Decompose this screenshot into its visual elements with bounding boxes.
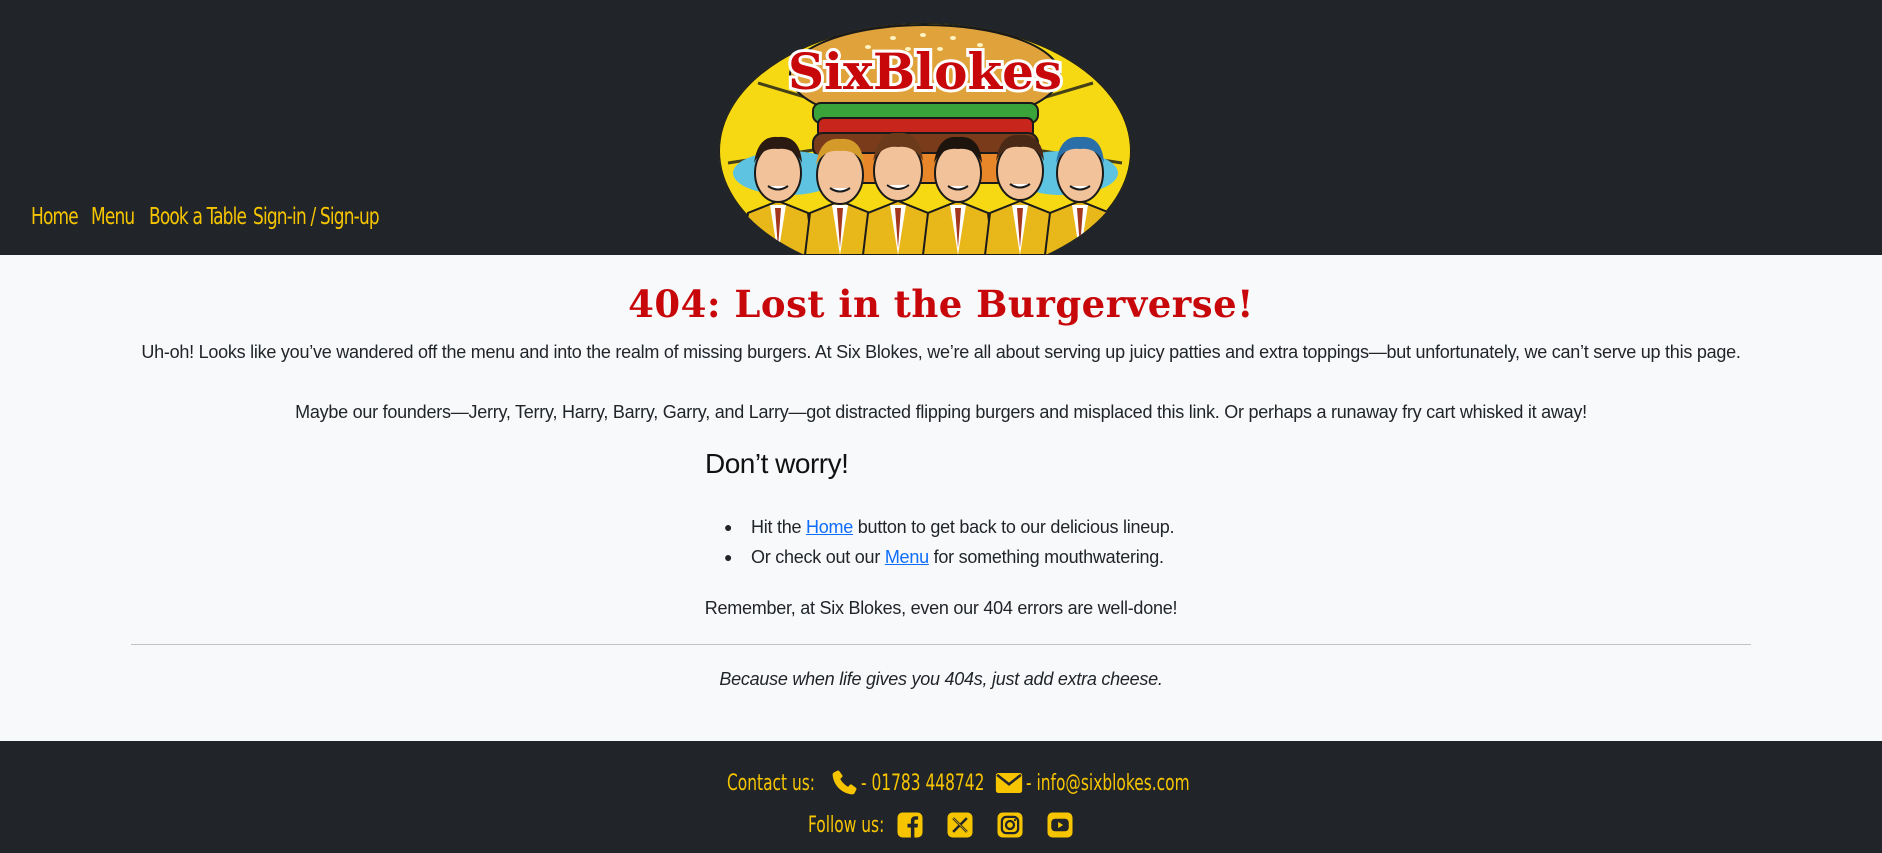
contact-label: Contact us: [727,770,816,796]
suggestion-list: ● Hit the Home button to get back to our … [724,512,1175,572]
logo-wordmark: SixBlokes [788,42,1062,101]
list-item: ● Or check out our Menu for something mou… [724,542,1174,572]
list-text: button to get back to our delicious line… [853,517,1175,537]
youtube-icon[interactable] [1045,810,1075,840]
bullet-icon: ● [724,549,733,565]
facebook-icon[interactable] [895,810,925,840]
main-nav: Home Menu Book a Table Sign-in / Sign-up [31,204,380,230]
phone-icon[interactable] [829,768,859,798]
divider [131,644,1751,645]
site-footer: Contact us: - 01783 448742 - info@sixblo… [0,741,1882,853]
site-header: Home Menu Book a Table Sign-in / Sign-up [0,0,1882,255]
dont-worry-heading: Don’t worry! [705,448,849,479]
email-address[interactable]: - info@sixblokes.com [1026,771,1190,796]
nav-signin-link[interactable]: Sign-in / Sign-up [253,204,380,230]
nav-menu-link[interactable]: Menu [91,204,135,230]
list-text: Or check out our [751,547,885,567]
list-text: for something mouthwatering. [928,547,1164,567]
remember-text: Remember, at Six Blokes, even our 404 er… [704,598,1178,618]
follow-label: Follow us: [808,812,885,838]
founders-paragraph: Maybe our founders—Jerry, Terry, Harry, … [295,402,1587,422]
site-logo[interactable]: SixBlokes [718,23,1132,255]
list-text: Hit the [751,517,807,537]
contact-row: Contact us: - 01783 448742 - info@sixblo… [727,765,1190,801]
list-item: ● Hit the Home button to get back to our … [724,512,1175,542]
main-content: 404: Lost in the Burgerverse! Uh-oh! Loo… [0,255,1882,741]
logo-image: SixBlokes [719,23,1131,255]
nav-home-link[interactable]: Home [31,204,79,230]
envelope-icon[interactable] [994,768,1024,798]
x-twitter-icon[interactable] [945,810,975,840]
menu-link[interactable]: Menu [885,547,929,567]
intro-paragraph: Uh-oh! Looks like you’ve wandered off th… [141,342,1741,362]
home-link[interactable]: Home [806,517,853,537]
nav-book-table-link[interactable]: Book a Table [149,204,247,230]
tagline: Because when life gives you 404s, just a… [719,669,1163,689]
follow-row: Follow us: [808,807,1075,843]
phone-number[interactable]: - 01783 448742 [861,771,984,796]
page-title: 404: Lost in the Burgerverse! [628,282,1254,326]
bullet-icon: ● [724,519,733,535]
instagram-icon[interactable] [995,810,1025,840]
